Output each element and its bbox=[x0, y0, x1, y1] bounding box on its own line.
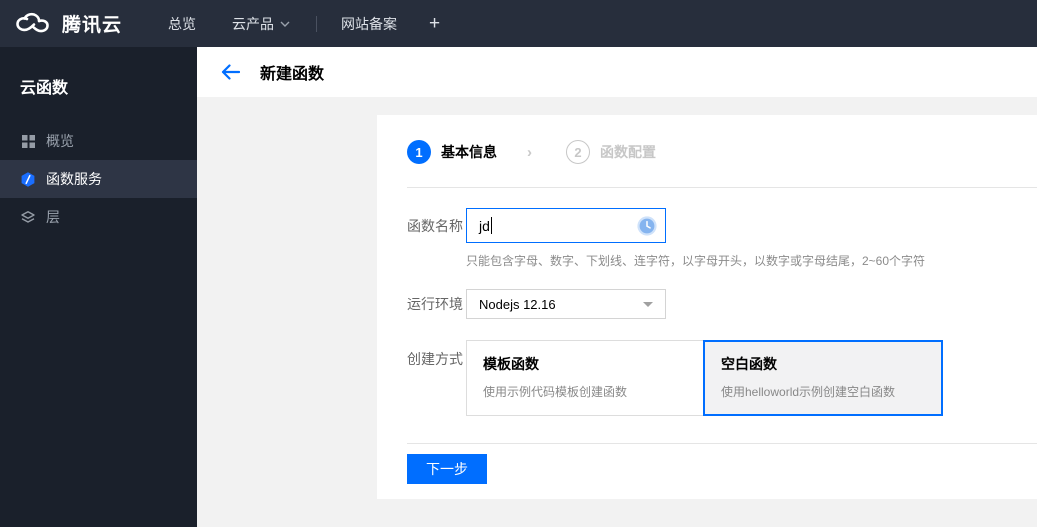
step-1-label: 基本信息 bbox=[441, 144, 497, 160]
step-arrow-icon: › bbox=[527, 143, 532, 161]
nav-item-cloud-products[interactable]: 云产品 bbox=[232, 14, 290, 34]
nav-divider bbox=[316, 15, 318, 32]
step-indicator: 1 基本信息 › 2 函数配置 bbox=[407, 140, 1037, 164]
function-name-input[interactable]: jd bbox=[466, 208, 666, 243]
page-title: 新建函数 bbox=[260, 66, 325, 83]
function-name-label: 函数名称 bbox=[407, 217, 463, 234]
method-card-title: 模板函数 bbox=[483, 356, 539, 372]
function-name-hint: 只能包含字母、数字、下划线、连字符，以字母开头，以数字或字母结尾，2~60个字符 bbox=[466, 254, 926, 268]
divider bbox=[407, 443, 1037, 444]
add-tab-icon[interactable]: + bbox=[429, 13, 440, 35]
creation-method-label: 创建方式 bbox=[407, 351, 463, 367]
grid-icon bbox=[20, 133, 36, 149]
nav-item-overview[interactable]: 总览 bbox=[168, 14, 196, 34]
runtime-row: 运行环境 Nodejs 12.16 bbox=[407, 289, 1037, 319]
back-button[interactable] bbox=[221, 64, 240, 80]
method-card-template-function[interactable]: 模板函数 使用示例代码模板创建函数 bbox=[466, 340, 704, 416]
sidebar-title: 云函数 bbox=[20, 80, 69, 97]
sidebar-item-layers[interactable]: 层 bbox=[0, 198, 197, 236]
content-area: 1 基本信息 › 2 函数配置 函数名称 jd 只能包含字母、数字、下划线、连字… bbox=[197, 97, 1037, 527]
next-step-button[interactable]: 下一步 bbox=[407, 454, 487, 484]
basic-info-form: 函数名称 jd 只能包含字母、数字、下划线、连字符，以字母开头，以数字或字母结尾… bbox=[407, 208, 1037, 416]
method-card-title: 空白函数 bbox=[721, 356, 777, 372]
sidebar-item-function-service[interactable]: 函数服务 bbox=[0, 160, 197, 198]
select-caret-icon bbox=[643, 302, 653, 307]
nav-item-beian[interactable]: 网站备案 bbox=[341, 14, 397, 34]
sidebar-item-overview[interactable]: 概览 bbox=[0, 122, 197, 160]
tencent-cloud-logo[interactable]: 腾讯云 bbox=[14, 10, 122, 38]
sidebar-item-label: 层 bbox=[46, 209, 60, 225]
sidebar-item-label: 概览 bbox=[46, 133, 74, 149]
method-card-blank-function[interactable]: 空白函数 使用helloworld示例创建空白函数 bbox=[703, 340, 943, 416]
arrow-left-icon bbox=[221, 64, 240, 80]
clock-icon[interactable] bbox=[637, 215, 657, 236]
brand-name: 腾讯云 bbox=[62, 15, 123, 36]
page-header: 新建函数 bbox=[197, 47, 1037, 97]
text-cursor bbox=[490, 217, 492, 234]
cloud-logo-icon bbox=[14, 10, 54, 38]
sidebar: 云函数 概览 函数服务 层 bbox=[0, 47, 197, 527]
step-1-circle: 1 bbox=[407, 140, 431, 164]
runtime-select[interactable]: Nodejs 12.16 bbox=[466, 289, 666, 319]
runtime-selected-value: Nodejs 12.16 bbox=[479, 296, 556, 312]
step-2-label: 函数配置 bbox=[600, 144, 656, 160]
top-nav: 腾讯云 总览 云产品 网站备案 + bbox=[0, 0, 1037, 47]
function-name-hint-row: 只能包含字母、数字、下划线、连字符，以字母开头，以数字或字母结尾，2~60个字符 bbox=[407, 243, 1037, 269]
divider bbox=[407, 187, 1037, 188]
function-name-row: 函数名称 jd bbox=[407, 208, 1037, 243]
method-card-group: 模板函数 使用示例代码模板创建函数 空白函数 使用helloworld示例创建空… bbox=[466, 340, 943, 416]
method-card-desc: 使用示例代码模板创建函数 bbox=[483, 385, 628, 399]
runtime-label: 运行环境 bbox=[407, 296, 463, 312]
create-function-card: 1 基本信息 › 2 函数配置 函数名称 jd 只能包含字母、数字、下划线、连字… bbox=[377, 115, 1037, 499]
method-card-desc: 使用helloworld示例创建空白函数 bbox=[721, 385, 896, 399]
step-2-circle: 2 bbox=[566, 140, 590, 164]
function-name-value: jd bbox=[479, 217, 490, 234]
chevron-down-icon bbox=[280, 21, 290, 27]
creation-method-row: 创建方式 模板函数 使用示例代码模板创建函数 空白函数 使用helloworld… bbox=[407, 340, 1037, 416]
sidebar-item-label: 函数服务 bbox=[46, 171, 102, 187]
scf-hexagon-icon bbox=[20, 171, 36, 187]
layers-icon bbox=[20, 209, 36, 225]
